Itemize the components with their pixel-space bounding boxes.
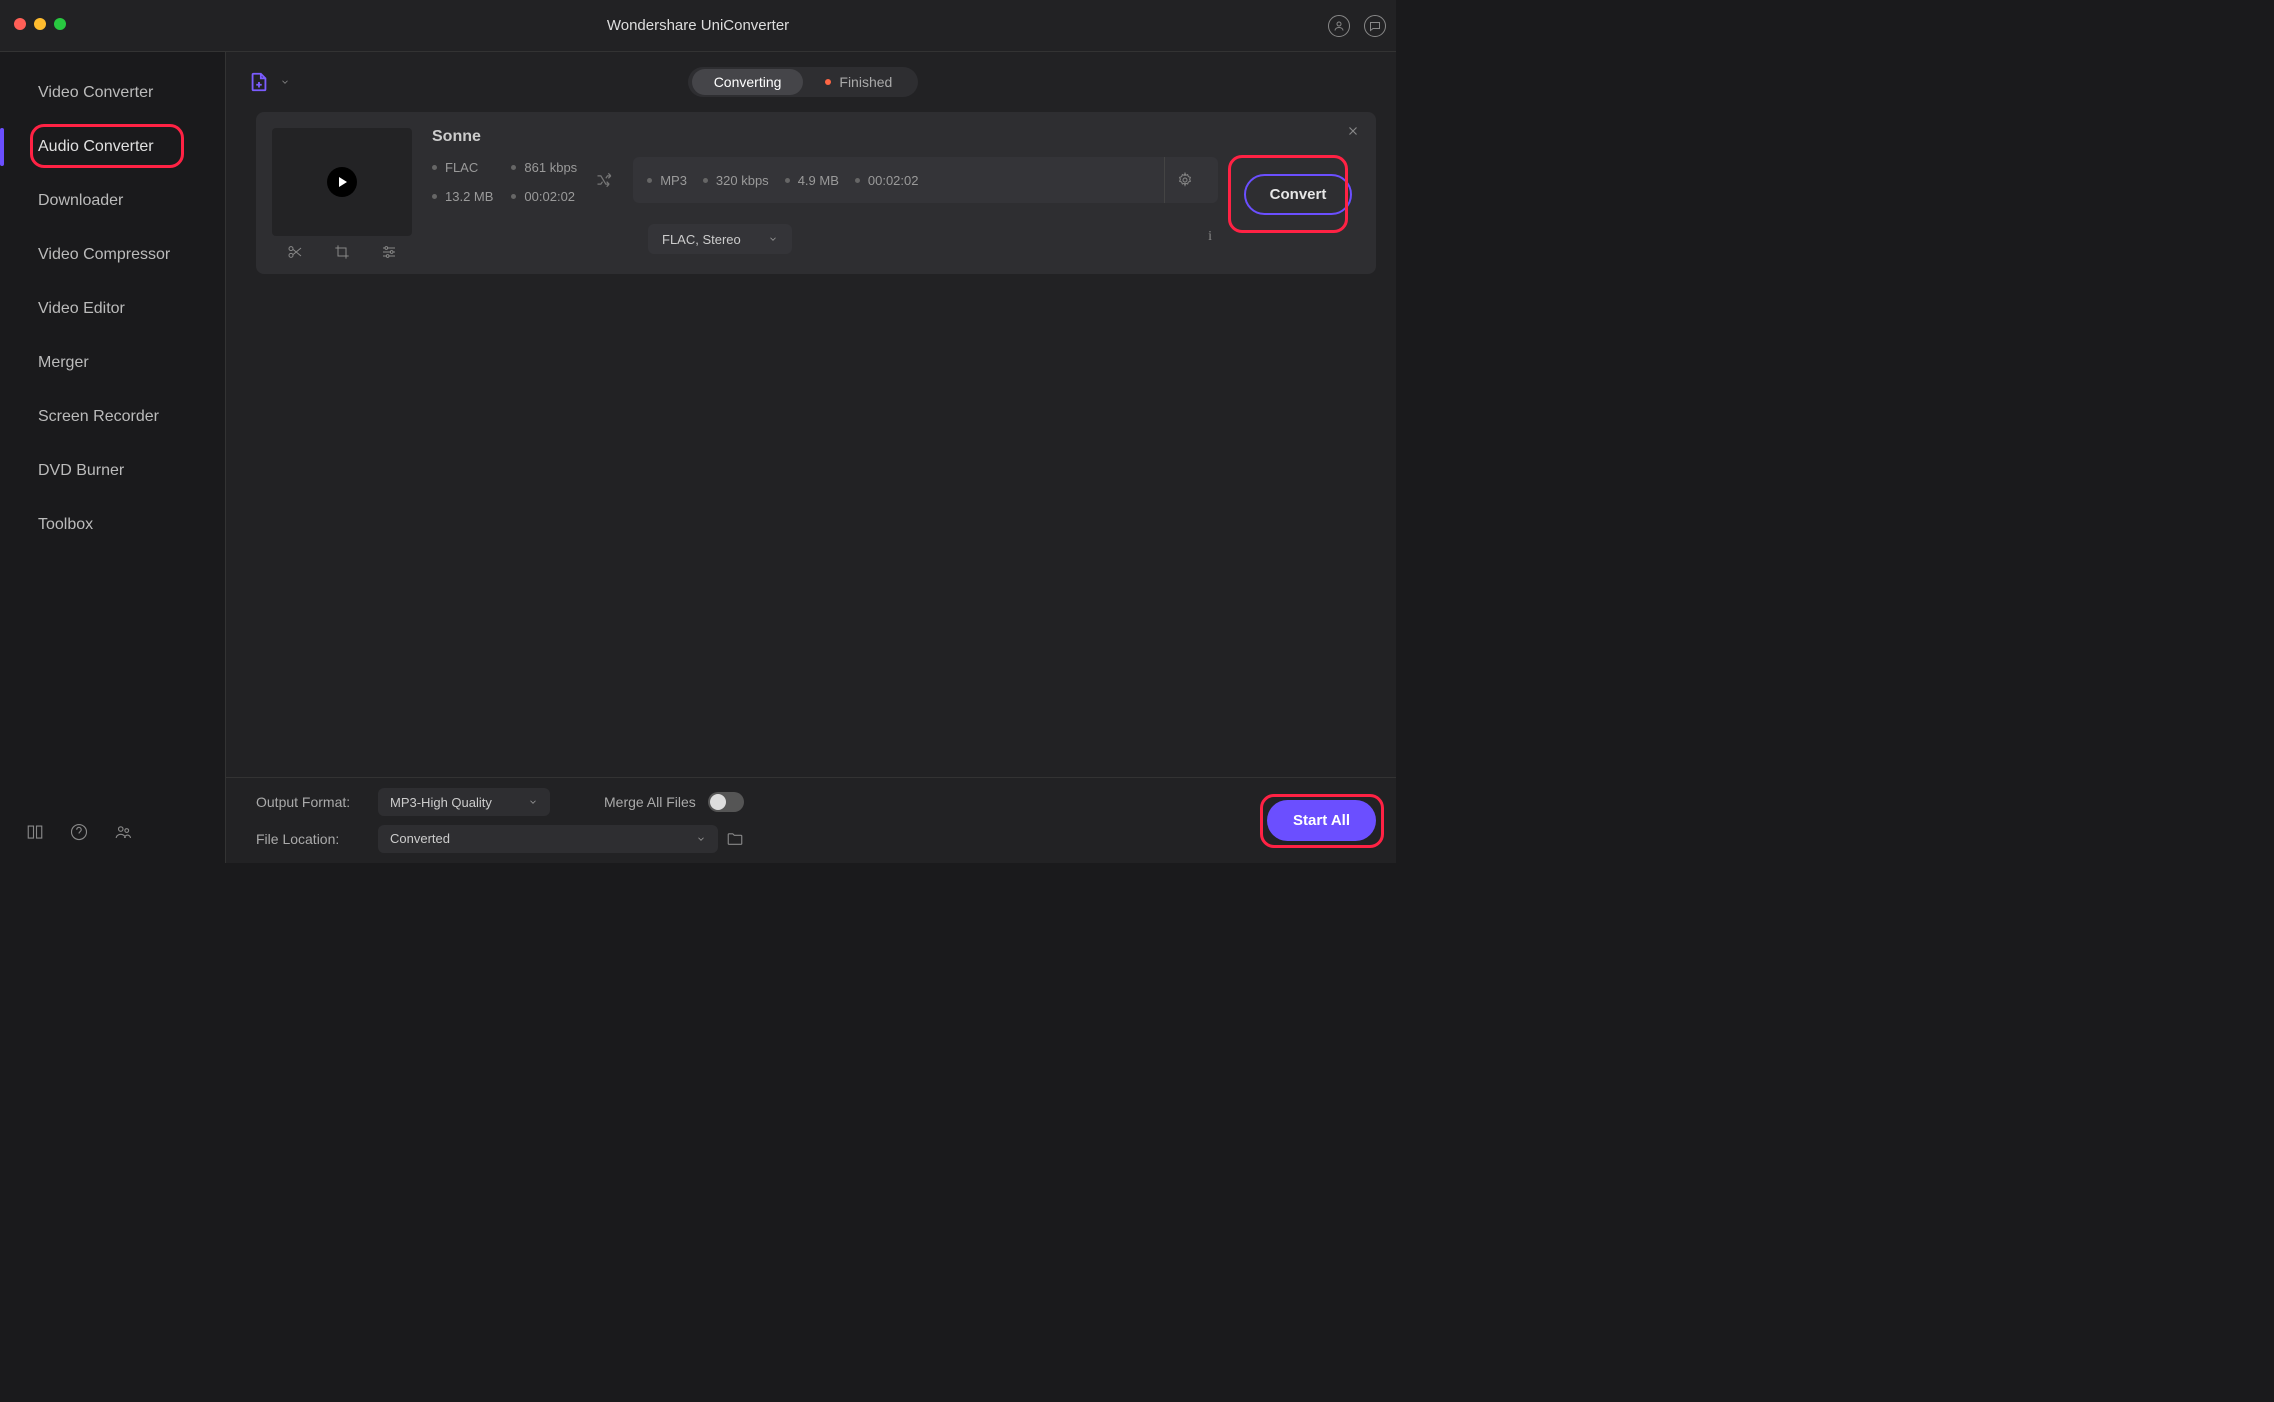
sidebar-item-downloader[interactable]: Downloader <box>0 174 225 228</box>
source-size: 13.2 MB <box>445 189 493 204</box>
add-file-button[interactable] <box>246 69 272 95</box>
sidebar-item-label: Toolbox <box>38 516 93 533</box>
sidebar-item-video-converter[interactable]: Video Converter <box>0 66 225 120</box>
merge-all-label: Merge All Files <box>604 794 696 810</box>
play-icon <box>327 167 357 197</box>
output-format-dropdown[interactable]: MP3-High Quality <box>378 788 550 816</box>
main-content: Converting Finished <box>226 52 1396 863</box>
crop-icon[interactable] <box>334 244 350 260</box>
maximize-window-button[interactable] <box>54 18 66 30</box>
guide-icon[interactable] <box>26 823 44 841</box>
format-preset-dropdown[interactable]: FLAC, Stereo <box>648 224 792 254</box>
add-file-dropdown[interactable] <box>280 77 290 87</box>
file-card: Sonne FLAC 13.2 MB 861 kbps 00:02:02 <box>256 112 1376 274</box>
merge-all-toggle[interactable] <box>708 792 744 812</box>
sidebar-item-dvd-burner[interactable]: DVD Burner <box>0 444 225 498</box>
file-location-label: File Location: <box>256 831 366 847</box>
format-preset-value: FLAC, Stereo <box>662 232 741 247</box>
sidebar-item-label: Video Converter <box>38 84 153 101</box>
sidebar-item-audio-converter[interactable]: Audio Converter <box>0 120 225 174</box>
community-icon[interactable] <box>114 823 132 841</box>
sidebar-item-merger[interactable]: Merger <box>0 336 225 390</box>
feedback-icon[interactable] <box>1364 15 1386 37</box>
source-duration: 00:02:02 <box>524 189 575 204</box>
annotation-highlight <box>30 124 184 168</box>
sidebar-item-video-compressor[interactable]: Video Compressor <box>0 228 225 282</box>
notification-dot-icon <box>825 79 831 85</box>
sidebar-item-label: Video Compressor <box>38 246 170 263</box>
sidebar-item-label: DVD Burner <box>38 462 124 479</box>
annotation-highlight <box>1260 794 1384 848</box>
sidebar-item-label: Downloader <box>38 192 123 209</box>
convert-direction-icon <box>595 170 615 190</box>
app-title: Wondershare UniConverter <box>607 17 789 34</box>
annotation-highlight <box>1228 155 1348 233</box>
sidebar-item-label: Merger <box>38 354 89 371</box>
trim-icon[interactable] <box>287 244 303 260</box>
settings-button[interactable] <box>1164 157 1204 203</box>
target-duration: 00:02:02 <box>868 173 919 188</box>
close-window-button[interactable] <box>14 18 26 30</box>
titlebar: Wondershare UniConverter <box>0 0 1396 52</box>
sidebar-item-label: Video Editor <box>38 300 125 317</box>
source-format: FLAC <box>445 160 478 175</box>
help-icon[interactable] <box>70 823 88 841</box>
adjust-icon[interactable] <box>381 244 397 260</box>
minimize-window-button[interactable] <box>34 18 46 30</box>
user-account-icon[interactable] <box>1328 15 1350 37</box>
file-location-dropdown[interactable]: Converted <box>378 825 718 853</box>
output-format-label: Output Format: <box>256 794 366 810</box>
target-format: MP3 <box>660 173 687 188</box>
bottom-bar: Output Format: MP3-High Quality Merge Al… <box>226 777 1396 863</box>
source-bitrate: 861 kbps <box>524 160 577 175</box>
file-location-value: Converted <box>390 831 450 846</box>
file-title: Sonne <box>432 128 1218 146</box>
output-format-value: MP3-High Quality <box>390 795 492 810</box>
sidebar-item-screen-recorder[interactable]: Screen Recorder <box>0 390 225 444</box>
tab-converting[interactable]: Converting <box>692 69 804 95</box>
file-thumbnail[interactable] <box>272 128 412 236</box>
tab-finished[interactable]: Finished <box>803 69 914 95</box>
tab-label: Finished <box>839 74 892 90</box>
sidebar-item-video-editor[interactable]: Video Editor <box>0 282 225 336</box>
target-info-box: MP3 320 kbps 4.9 MB 00:02:02 <box>633 157 1218 203</box>
info-icon[interactable]: i <box>1208 229 1218 245</box>
target-bitrate: 320 kbps <box>716 173 769 188</box>
target-size: 4.9 MB <box>798 173 839 188</box>
sidebar-item-toolbox[interactable]: Toolbox <box>0 498 225 552</box>
sidebar: Video Converter Audio Converter Download… <box>0 52 226 863</box>
sidebar-item-label: Screen Recorder <box>38 408 159 425</box>
window-controls <box>14 18 66 30</box>
tab-label: Converting <box>714 74 782 90</box>
open-folder-button[interactable] <box>726 830 744 848</box>
status-tabs: Converting Finished <box>688 67 919 97</box>
